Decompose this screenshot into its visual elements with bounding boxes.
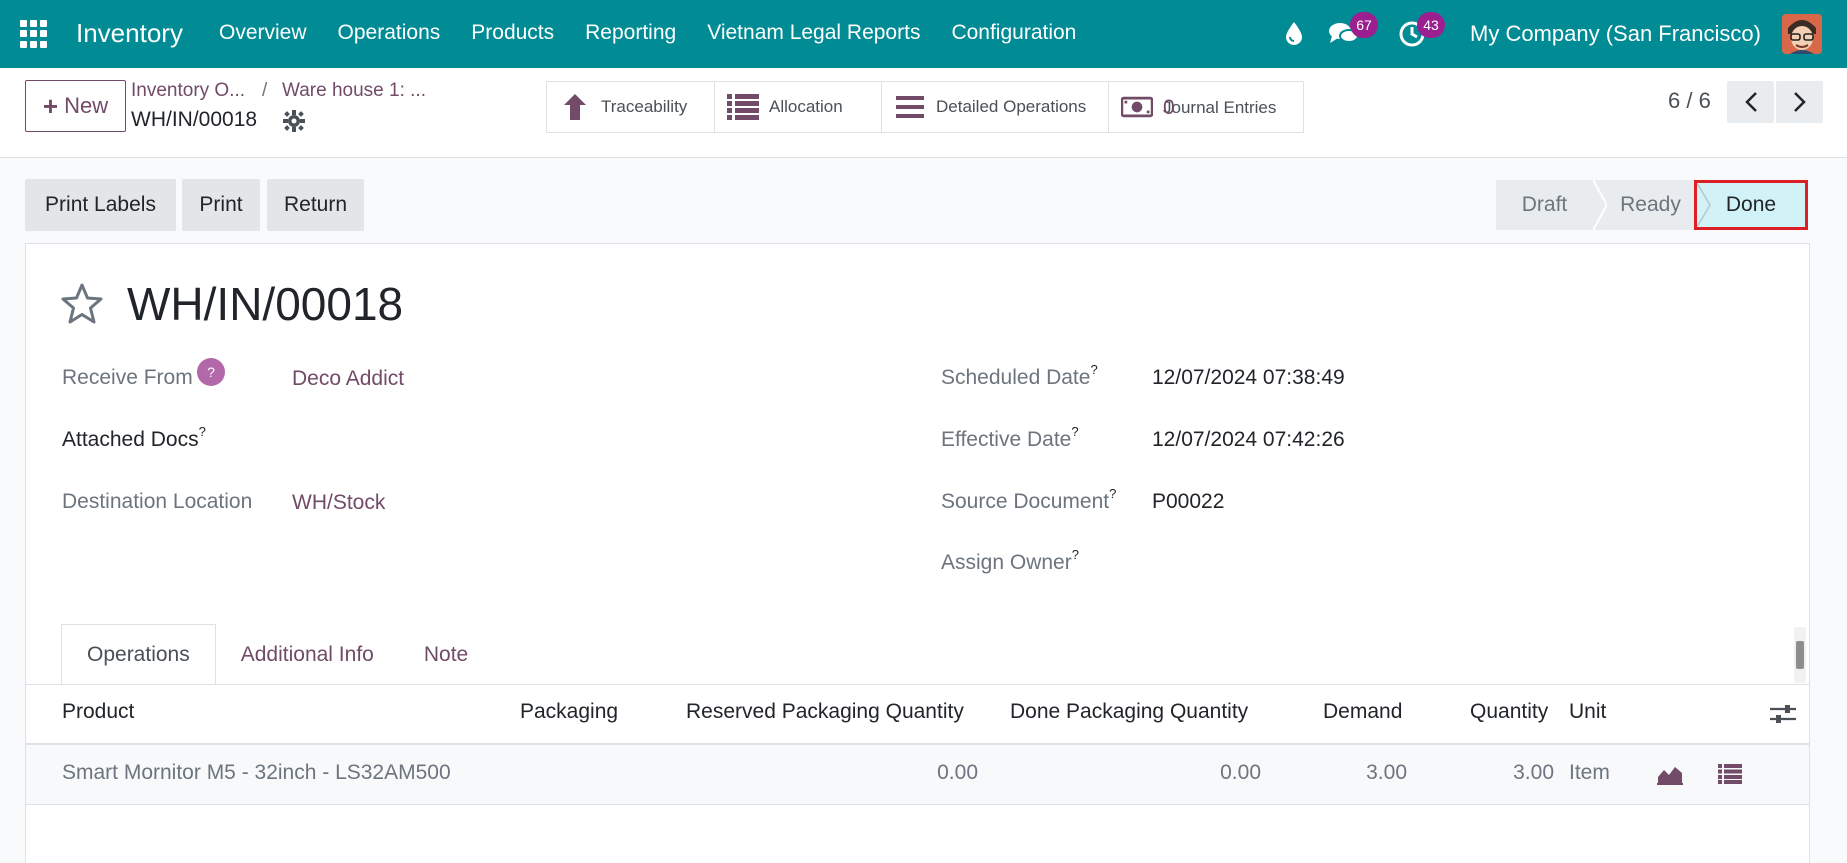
scrollbar[interactable] xyxy=(1794,627,1806,683)
print-labels-button[interactable]: Print Labels xyxy=(25,179,176,231)
scheduled-date-label: Scheduled Date? xyxy=(941,362,1098,389)
destination-location-label: Destination Location xyxy=(62,490,253,513)
menu-products[interactable]: Products xyxy=(471,21,554,45)
cell-quantity[interactable]: 3.00 xyxy=(1456,761,1554,785)
control-panel: + New Inventory O... / Ware house 1: ...… xyxy=(0,68,1847,158)
main-menu: Overview Operations Products Reporting V… xyxy=(219,21,1107,45)
source-document-label: Source Document? xyxy=(941,486,1117,513)
assign-owner-tooltip: ? xyxy=(1071,547,1079,562)
allocation-label: Allocation xyxy=(769,97,843,116)
cell-done-packaging-quantity[interactable]: 0.00 xyxy=(1163,761,1261,785)
receive-from-label: Receive From xyxy=(62,366,193,389)
scheduled-date-value[interactable]: 12/07/2024 07:38:49 xyxy=(1152,366,1345,390)
company-switcher[interactable]: My Company (San Francisco) xyxy=(1470,21,1761,47)
status-bar: Draft Ready Done xyxy=(1496,180,1808,230)
tab-divider xyxy=(26,684,1809,685)
plus-icon: + xyxy=(42,91,59,121)
detailed-operations-label: Detailed Operations xyxy=(936,97,1087,116)
scheduled-date-tooltip: ? xyxy=(1090,362,1098,377)
record-title[interactable]: WH/IN/00018 xyxy=(127,277,403,331)
detailed-operations-list-icon[interactable] xyxy=(1718,764,1742,789)
col-packaging[interactable]: Packaging xyxy=(520,700,618,724)
traceability-label: Traceability xyxy=(601,97,688,116)
col-reserved-packaging-quantity[interactable]: Reserved Packaging Quantity xyxy=(686,700,964,724)
allocation-button[interactable]: Allocation xyxy=(715,82,882,132)
menu-reporting[interactable]: Reporting xyxy=(585,21,676,45)
cell-product[interactable]: Smart Mornitor M5 - 32inch - LS32AM500 xyxy=(62,761,451,785)
star-icon[interactable] xyxy=(60,282,104,326)
messages-badge: 67 xyxy=(1350,12,1378,38)
breadcrumb-inventory-overview[interactable]: Inventory O... xyxy=(131,80,245,102)
stage-draft[interactable]: Draft xyxy=(1496,180,1593,230)
cell-demand[interactable]: 3.00 xyxy=(1309,761,1407,785)
menu-configuration[interactable]: Configuration xyxy=(951,21,1076,45)
col-done-packaging-quantity[interactable]: Done Packaging Quantity xyxy=(1010,700,1248,724)
col-demand[interactable]: Demand xyxy=(1323,700,1402,724)
return-button[interactable]: Return xyxy=(267,179,364,231)
pager-next-button[interactable] xyxy=(1776,81,1823,123)
cell-reserved-packaging-quantity[interactable]: 0.00 xyxy=(880,761,978,785)
new-button-label: New xyxy=(64,93,109,118)
new-button[interactable]: + New xyxy=(25,80,126,132)
menu-vietnam-legal-reports[interactable]: Vietnam Legal Reports xyxy=(707,21,920,45)
bars-icon xyxy=(894,92,926,122)
pager-value[interactable]: 6 / 6 xyxy=(1668,88,1711,114)
tab-note[interactable]: Note xyxy=(399,624,493,685)
chevron-right-icon xyxy=(1793,92,1806,112)
forecast-chart-icon[interactable] xyxy=(1657,763,1683,790)
top-navbar: Inventory Overview Operations Products R… xyxy=(0,0,1847,68)
help-question-icon[interactable]: ? xyxy=(197,358,225,386)
pager-previous-button[interactable] xyxy=(1727,81,1774,123)
stage-done-label: Done xyxy=(1725,193,1777,216)
col-product[interactable]: Product xyxy=(62,700,134,724)
stage-done[interactable]: Done xyxy=(1694,180,1808,230)
col-quantity[interactable]: Quantity xyxy=(1470,700,1548,724)
breadcrumb-warehouse[interactable]: Ware house 1: ... xyxy=(282,80,426,102)
stage-ready[interactable]: Ready xyxy=(1607,180,1694,230)
menu-overview[interactable]: Overview xyxy=(219,21,307,45)
tab-additional-info[interactable]: Additional Info xyxy=(216,624,399,685)
list-icon xyxy=(727,92,759,122)
receive-from-value[interactable]: Deco Addict xyxy=(292,367,404,391)
arrow-up-icon xyxy=(559,92,591,122)
effective-date-value[interactable]: 12/07/2024 07:42:26 xyxy=(1152,428,1345,452)
source-document-value[interactable]: P00022 xyxy=(1152,490,1224,514)
detailed-operations-button[interactable]: Detailed Operations xyxy=(882,82,1109,132)
source-document-tooltip: ? xyxy=(1109,486,1117,501)
effective-date-label: Effective Date? xyxy=(941,424,1079,451)
scrollbar-thumb[interactable] xyxy=(1796,641,1804,669)
attached-docs-label: Attached Docs? xyxy=(62,424,206,451)
app-title[interactable]: Inventory xyxy=(76,18,183,49)
stage-arrow-icon xyxy=(1697,183,1711,227)
breadcrumb-current-record: WH/IN/00018 xyxy=(131,108,258,131)
traceability-button[interactable]: Traceability xyxy=(547,82,715,132)
tab-operations[interactable]: Operations xyxy=(61,624,216,685)
cell-unit[interactable]: Item xyxy=(1569,761,1610,785)
activities-badge: 43 xyxy=(1417,12,1445,38)
journal-entries-button[interactable]: Journal Entries 0 xyxy=(1109,82,1303,132)
smart-buttons: Traceability Allocation Detailed Operati… xyxy=(546,81,1304,133)
gear-icon[interactable] xyxy=(283,110,305,132)
notebook-tabs: Operations Additional Info Note xyxy=(61,624,493,685)
destination-location-value[interactable]: WH/Stock xyxy=(292,491,385,515)
attached-docs-tooltip: ? xyxy=(198,424,206,439)
print-button[interactable]: Print xyxy=(182,179,260,231)
journal-entries-label: Journal Entries xyxy=(1163,97,1277,117)
optional-columns-icon[interactable] xyxy=(1770,703,1796,730)
stage-arrow-icon xyxy=(1593,180,1607,230)
assign-owner-label: Assign Owner? xyxy=(941,547,1079,574)
user-avatar[interactable] xyxy=(1782,14,1822,54)
col-unit[interactable]: Unit xyxy=(1569,700,1606,724)
journal-entries-count: 0 xyxy=(1163,95,1175,119)
water-drop-icon[interactable] xyxy=(1282,20,1312,50)
effective-date-tooltip: ? xyxy=(1071,424,1079,439)
chevron-left-icon xyxy=(1744,92,1757,112)
breadcrumb-separator: / xyxy=(262,80,268,101)
menu-operations[interactable]: Operations xyxy=(338,21,441,45)
app-menu-grid-icon[interactable] xyxy=(20,20,48,48)
money-icon xyxy=(1121,92,1153,122)
